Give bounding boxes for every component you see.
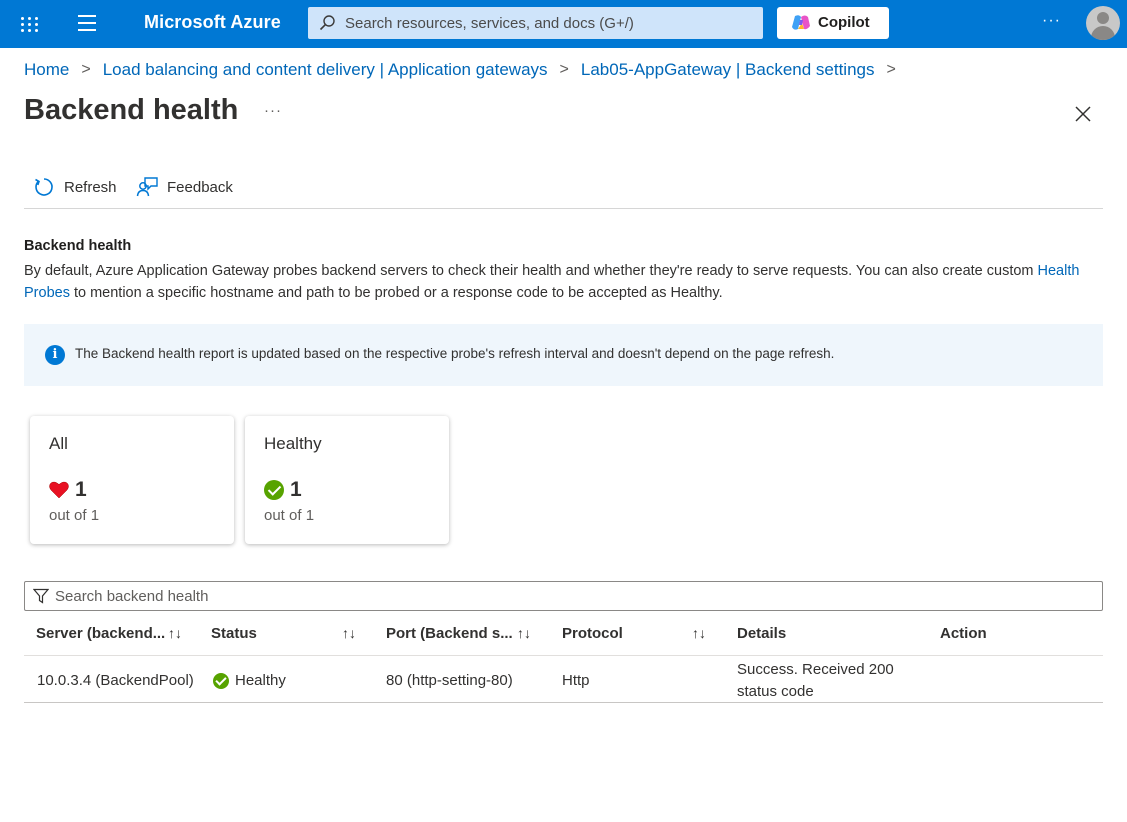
filter-placeholder: Search backend health <box>55 588 209 605</box>
card-count-row: 1 <box>264 478 302 502</box>
chevron-right-icon: > <box>559 61 569 78</box>
chevron-right-icon: > <box>81 61 91 78</box>
card-title: All <box>49 434 68 453</box>
chevron-right-icon: > <box>886 61 896 78</box>
section-description: By default, Azure Application Gateway pr… <box>24 260 1104 304</box>
global-search-input[interactable]: Search resources, services, and docs (G+… <box>308 7 763 39</box>
cell-details-line2: status code <box>737 683 814 700</box>
copilot-label: Copilot <box>818 14 870 31</box>
filter-icon <box>33 588 49 604</box>
card-count-row: 1 <box>49 478 87 502</box>
check-circle-icon <box>213 672 229 689</box>
more-options-icon[interactable]: ··· <box>1042 12 1061 30</box>
avatar[interactable] <box>1086 6 1120 40</box>
column-header-details[interactable]: Details <box>737 625 786 642</box>
cell-protocol: Http <box>562 672 590 689</box>
copilot-button[interactable]: Copilot <box>777 7 889 39</box>
breadcrumb-application-gateways[interactable]: Load balancing and content delivery | Ap… <box>103 60 548 80</box>
card-subtext: out of 1 <box>264 507 315 524</box>
sort-icon[interactable]: ↑↓ <box>168 625 182 641</box>
breadcrumb-home[interactable]: Home <box>24 60 69 80</box>
row-divider <box>24 702 1103 703</box>
backend-health-search-input[interactable]: Search backend health <box>24 581 1103 611</box>
summary-card-all[interactable]: All 1 out of 1 <box>30 416 234 544</box>
card-title: Healthy <box>264 434 322 453</box>
cell-port: 80 (http-setting-80) <box>386 672 513 689</box>
info-icon: i <box>45 345 65 365</box>
check-circle-icon <box>264 480 284 500</box>
card-count: 1 <box>75 478 87 501</box>
feedback-button[interactable]: Feedback <box>136 176 233 198</box>
description-text-end: to mention a specific hostname and path … <box>69 285 723 301</box>
column-header-port[interactable]: Port (Backend s... <box>386 625 513 642</box>
sort-icon[interactable]: ↑↓ <box>517 625 531 641</box>
column-header-action: Action <box>940 625 987 642</box>
app-launcher-icon[interactable] <box>14 10 42 38</box>
refresh-icon <box>35 178 53 196</box>
page-title: Backend health <box>24 94 239 126</box>
sort-icon[interactable]: ↑↓ <box>692 625 706 641</box>
portal-menu-icon[interactable] <box>78 15 98 33</box>
card-subtext: out of 1 <box>49 507 100 524</box>
description-text: By default, Azure Application Gateway pr… <box>24 263 1038 279</box>
feedback-icon <box>136 177 158 197</box>
search-placeholder: Search resources, services, and docs (G+… <box>345 15 634 32</box>
copilot-icon <box>792 15 810 30</box>
cell-server: 10.0.3.4 (BackendPool) <box>37 672 194 689</box>
search-icon <box>319 15 335 31</box>
cell-status: Healthy <box>213 672 286 689</box>
feedback-label: Feedback <box>167 178 233 196</box>
divider <box>24 208 1103 209</box>
sort-icon[interactable]: ↑↓ <box>342 625 356 641</box>
summary-card-healthy[interactable]: Healthy 1 out of 1 <box>245 416 449 544</box>
close-icon[interactable] <box>1072 103 1094 125</box>
column-header-protocol[interactable]: Protocol <box>562 625 623 642</box>
top-bar: Microsoft Azure Search resources, servic… <box>0 0 1127 48</box>
column-header-server[interactable]: Server (backend... <box>36 625 165 642</box>
heart-icon <box>49 481 69 499</box>
header-divider <box>24 655 1103 656</box>
info-message-bar: i The Backend health report is updated b… <box>24 324 1103 386</box>
brand-title[interactable]: Microsoft Azure <box>144 12 281 33</box>
section-title: Backend health <box>24 238 132 254</box>
status-text: Healthy <box>235 672 286 689</box>
refresh-button[interactable]: Refresh <box>33 176 117 198</box>
page-more-icon[interactable]: ··· <box>264 102 282 119</box>
cell-details-line1: Success. Received 200 <box>737 661 894 678</box>
column-header-status[interactable]: Status <box>211 625 257 642</box>
refresh-label: Refresh <box>64 178 117 196</box>
info-message: The Backend health report is updated bas… <box>75 346 835 361</box>
card-count: 1 <box>290 478 302 501</box>
breadcrumb-backend-settings[interactable]: Lab05-AppGateway | Backend settings <box>581 60 875 80</box>
breadcrumb: Home > Load balancing and content delive… <box>24 60 908 80</box>
